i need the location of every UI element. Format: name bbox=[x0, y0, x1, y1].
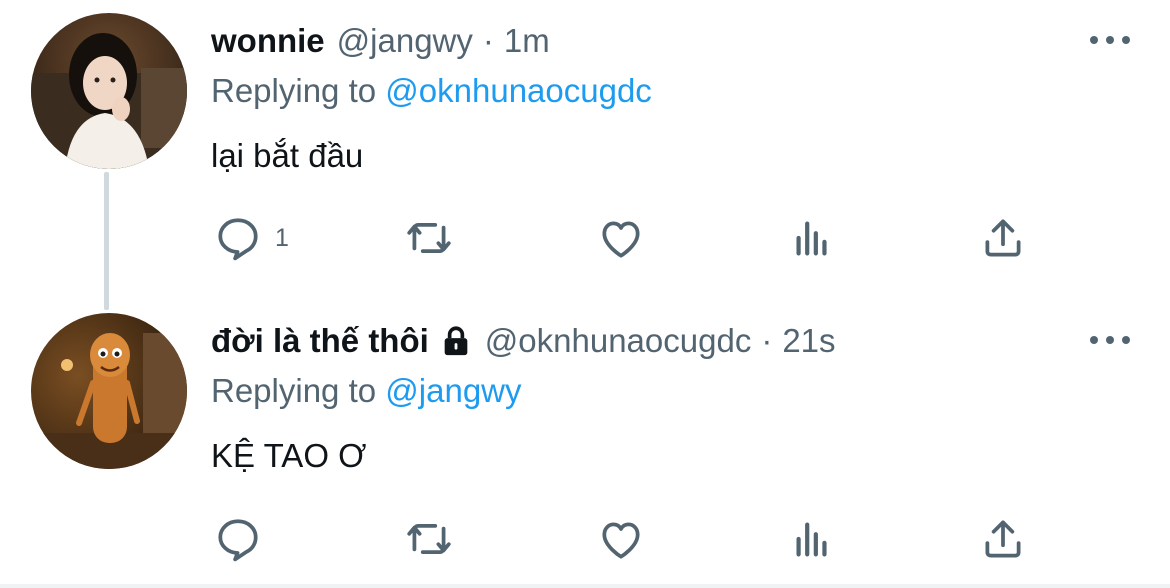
replying-to-line: Replying to @jangwy bbox=[211, 371, 522, 411]
separator-dot: · bbox=[761, 322, 773, 359]
like-button[interactable] bbox=[596, 514, 646, 564]
share-button[interactable] bbox=[978, 514, 1028, 564]
views-icon bbox=[796, 522, 827, 557]
replying-prefix: Replying to bbox=[211, 72, 377, 109]
display-name[interactable]: wonnie bbox=[211, 21, 325, 61]
tweet-text: lại bắt đầu bbox=[211, 137, 364, 174]
share-button[interactable] bbox=[978, 213, 1028, 263]
reply-icon bbox=[218, 218, 258, 261]
user-handle[interactable]: @oknhunaocugdc bbox=[485, 321, 752, 361]
lock-icon bbox=[439, 324, 473, 358]
retweet-icon bbox=[407, 524, 451, 554]
tweet-actions: 1 bbox=[0, 213, 1170, 263]
tweet-header: đời là thế thôi @oknhunaocugdc · 21s bbox=[211, 321, 836, 361]
like-icon bbox=[602, 221, 640, 258]
reply-button[interactable] bbox=[213, 514, 275, 564]
retweet-icon bbox=[407, 223, 451, 253]
tweet-actions bbox=[0, 514, 1170, 564]
display-name[interactable]: đời là thế thôi bbox=[211, 321, 429, 361]
views-icon bbox=[796, 221, 827, 256]
profile-photo-woman-icon bbox=[31, 13, 187, 169]
replying-to-mention[interactable]: @oknhunaocugdc bbox=[385, 72, 652, 109]
tweet[interactable]: wonnie @jangwy · 1m Replying to @oknhuna… bbox=[0, 0, 1170, 310]
more-icon[interactable] bbox=[1090, 330, 1130, 350]
user-handle[interactable]: @jangwy bbox=[337, 21, 473, 61]
views-button[interactable] bbox=[789, 213, 835, 263]
separator-dot: · bbox=[482, 22, 494, 59]
retweet-button[interactable] bbox=[403, 213, 455, 263]
like-icon bbox=[602, 522, 640, 559]
share-icon bbox=[985, 520, 1021, 558]
divider bbox=[0, 584, 1170, 588]
like-button[interactable] bbox=[596, 213, 646, 263]
share-icon bbox=[985, 219, 1021, 257]
reply-count: 1 bbox=[275, 223, 289, 252]
tweet[interactable]: đời là thế thôi @oknhunaocugdc · 21s Rep… bbox=[0, 300, 1170, 588]
replying-prefix: Replying to bbox=[211, 372, 377, 409]
views-button[interactable] bbox=[789, 514, 835, 564]
replying-to-line: Replying to @oknhunaocugdc bbox=[211, 71, 652, 111]
cartoon-character-avatar-icon bbox=[31, 313, 187, 469]
avatar[interactable] bbox=[31, 13, 187, 169]
timestamp[interactable]: 21s bbox=[782, 321, 835, 361]
tweet-header: wonnie @jangwy · 1m bbox=[211, 21, 550, 61]
avatar[interactable] bbox=[31, 313, 187, 469]
replying-to-mention[interactable]: @jangwy bbox=[385, 372, 521, 409]
timestamp[interactable]: 1m bbox=[504, 21, 550, 61]
reply-icon bbox=[218, 519, 258, 562]
reply-button[interactable]: 1 bbox=[213, 213, 289, 263]
tweet-text: KỆ TAO Ơ bbox=[211, 437, 367, 474]
more-icon[interactable] bbox=[1090, 30, 1130, 50]
retweet-button[interactable] bbox=[403, 514, 455, 564]
